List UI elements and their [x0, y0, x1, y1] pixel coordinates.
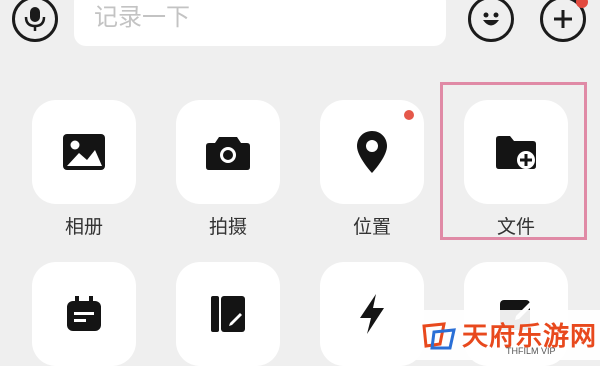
emoji-button[interactable] — [468, 0, 514, 42]
voice-button[interactable] — [12, 0, 58, 42]
watermark-subtitle: THFILM VIP — [506, 346, 556, 356]
microphone-icon — [24, 7, 46, 31]
notebook-pen-icon — [211, 296, 245, 332]
lightning-icon — [360, 294, 384, 334]
watermark-logo-icon — [422, 322, 456, 350]
image-icon — [63, 134, 105, 170]
message-input-box[interactable] — [74, 0, 446, 46]
watermark: 天府乐游网 THFILM VIP — [406, 310, 600, 360]
camera-icon — [206, 137, 250, 170]
tile-calendar[interactable] — [32, 262, 136, 366]
tile-camera-label: 拍摄 — [208, 216, 247, 238]
tile-camera[interactable] — [176, 100, 280, 204]
tile-location-label: 位置 — [352, 216, 391, 238]
tile-album[interactable] — [32, 100, 136, 204]
smiley-icon — [483, 12, 499, 26]
calendar-icon — [67, 296, 101, 331]
tile-note[interactable] — [176, 262, 280, 366]
tile-file[interactable] — [464, 100, 568, 204]
tile-album-label: 相册 — [64, 216, 103, 238]
message-input[interactable] — [92, 2, 436, 32]
location-badge-dot — [404, 110, 414, 120]
folder-plus-icon — [496, 136, 536, 169]
notification-dot — [576, 0, 588, 8]
tile-file-label: 文件 — [496, 216, 535, 238]
plus-icon — [554, 10, 572, 28]
location-pin-icon — [357, 131, 387, 173]
